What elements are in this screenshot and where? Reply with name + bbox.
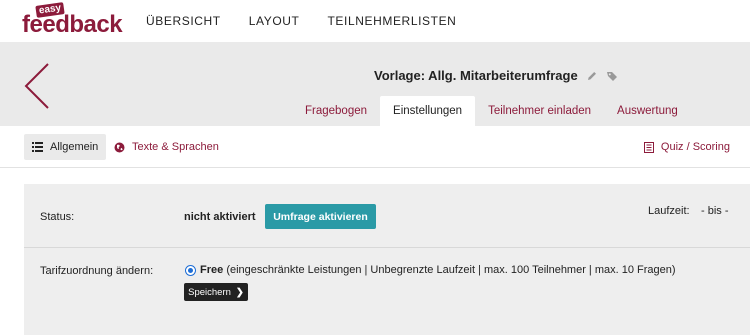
- subtab-general-label: Allgemein: [50, 141, 99, 153]
- runtime-value: - bis -: [701, 205, 729, 217]
- activate-survey-button[interactable]: Umfrage aktivieren: [265, 204, 376, 229]
- logo-big-text: feedback: [22, 11, 123, 38]
- tab-invite-participants[interactable]: Teilnehmer einladen: [475, 96, 604, 126]
- globe-icon: [114, 142, 125, 153]
- tab-questionnaire[interactable]: Fragebogen: [292, 96, 380, 126]
- top-navbar: easy feedback ÜBERSICHT LAYOUT TEILNEHME…: [0, 0, 750, 42]
- main-nav: ÜBERSICHT LAYOUT TEILNEHMERLISTEN: [146, 14, 484, 28]
- runtime-label: Laufzeit:: [648, 205, 690, 217]
- status-row: Status: nicht aktiviert Umfrage aktivier…: [24, 184, 750, 248]
- subtab-texts-label: Texte & Sprachen: [132, 141, 219, 153]
- tarif-option-text: Free (eingeschränkte Leistungen | Unbegr…: [200, 264, 676, 276]
- survey-tabs: Fragebogen Einstellungen Teilnehmer einl…: [292, 96, 691, 126]
- pencil-icon[interactable]: [586, 70, 598, 82]
- survey-header: Vorlage: Allg. Mitarbeiterumfrage Frageb…: [0, 42, 750, 126]
- nav-item-participant-lists[interactable]: TEILNEHMERLISTEN: [327, 14, 456, 28]
- status-value: nicht aktiviert: [184, 211, 256, 223]
- tarif-option-desc: (eingeschränkte Leistungen | Unbegrenzte…: [226, 264, 676, 276]
- save-button-label: Speichern: [188, 286, 231, 298]
- settings-subnav: Allgemein Texte & Sprachen Quiz / Scorin…: [0, 126, 750, 168]
- nav-item-overview[interactable]: ÜBERSICHT: [146, 14, 221, 28]
- back-arrow-icon[interactable]: [22, 62, 52, 110]
- nav-item-layout[interactable]: LAYOUT: [249, 14, 300, 28]
- settings-panel: Status: nicht aktiviert Umfrage aktivier…: [24, 184, 750, 335]
- tarif-label: Tarifzuordnung ändern:: [40, 265, 154, 277]
- logo[interactable]: easy feedback: [22, 2, 123, 38]
- status-label: Status:: [40, 211, 75, 223]
- tab-evaluation[interactable]: Auswertung: [604, 96, 691, 126]
- subtab-texts-languages[interactable]: Texte & Sprachen: [106, 134, 227, 160]
- tarif-free-radio[interactable]: [185, 265, 196, 276]
- chevron-right-icon: ❯: [235, 286, 244, 298]
- page-title: Vorlage: Allg. Mitarbeiterumfrage: [374, 68, 578, 83]
- subtab-general[interactable]: Allgemein: [24, 134, 107, 160]
- list-icon: [32, 142, 43, 152]
- tab-settings[interactable]: Einstellungen: [380, 96, 476, 126]
- save-button[interactable]: Speichern ❯: [184, 283, 248, 301]
- tarif-option-name: Free: [200, 264, 224, 276]
- title-row: Vorlage: Allg. Mitarbeiterumfrage: [374, 68, 618, 83]
- tag-icon[interactable]: [606, 70, 618, 82]
- subtab-quiz-scoring[interactable]: Quiz / Scoring: [636, 134, 738, 160]
- quiz-icon: [643, 141, 654, 153]
- subtab-quiz-label: Quiz / Scoring: [660, 141, 730, 153]
